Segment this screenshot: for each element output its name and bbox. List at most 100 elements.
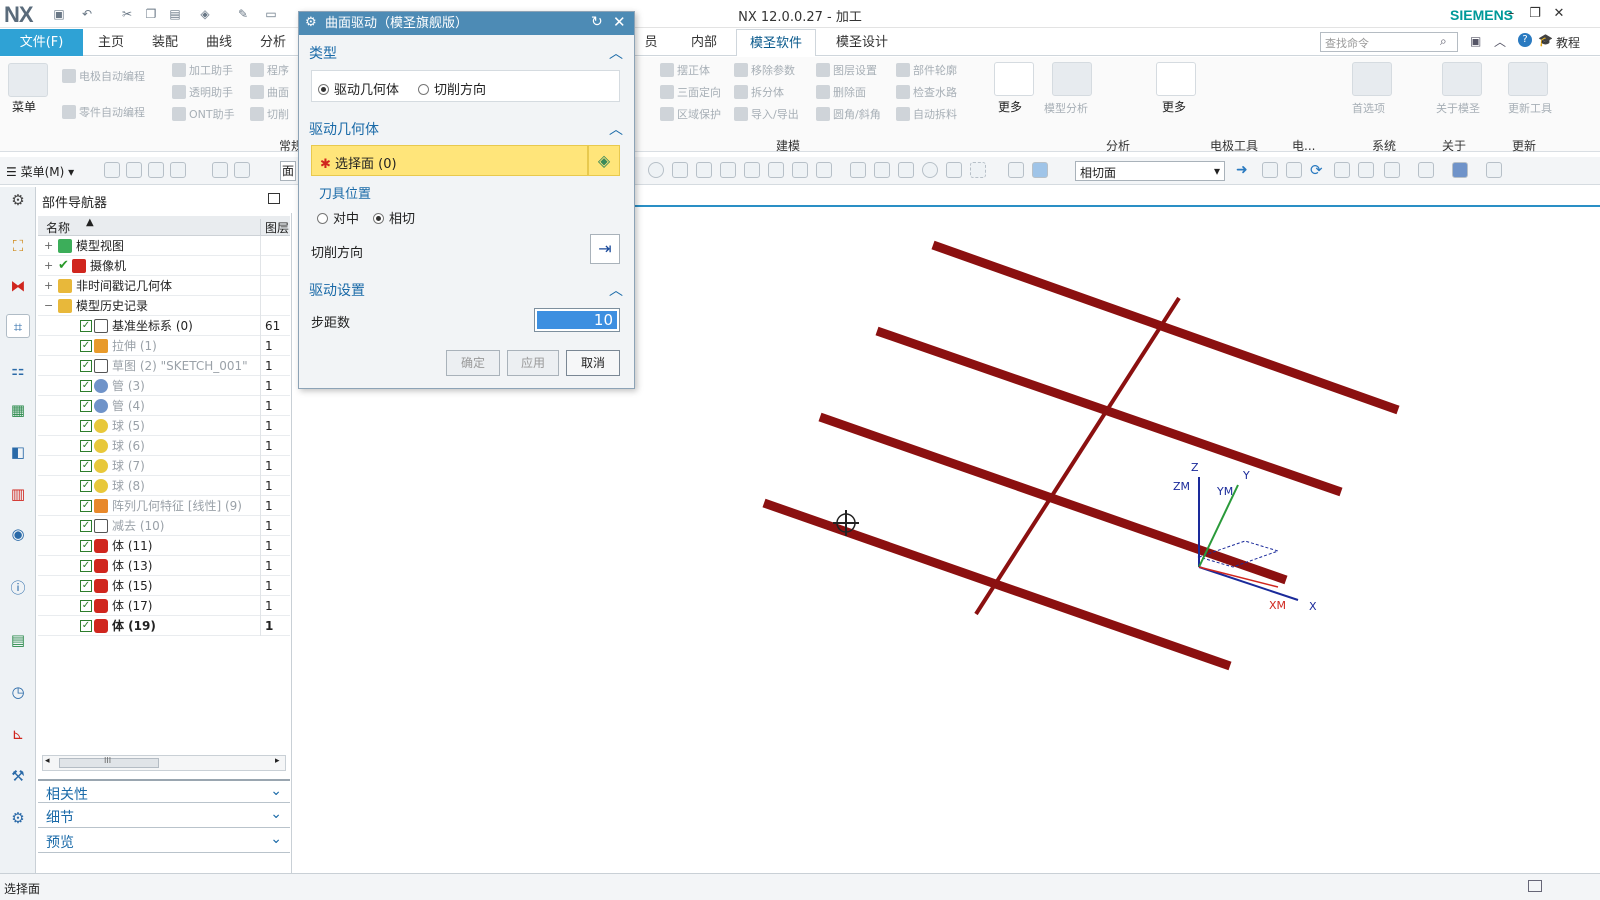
edge-style-icon[interactable] [1452, 162, 1468, 178]
scroll-left-arrow[interactable]: ◂ [45, 756, 50, 766]
fullscreen-icon[interactable] [1528, 880, 1542, 892]
scroll-right-arrow[interactable]: ▸ [275, 756, 280, 766]
fit-view-icon[interactable] [1262, 162, 1278, 178]
tool-import-export[interactable]: 导入/导出 [734, 106, 799, 122]
select-face-icon[interactable] [696, 162, 712, 178]
tool-straighten-body[interactable]: 摆正体 [660, 62, 710, 78]
beam-body[interactable] [818, 412, 1288, 585]
minimize-button[interactable]: – [1500, 4, 1522, 24]
visibility-checkbox[interactable]: ✓ [80, 460, 92, 472]
help-icon[interactable]: ? [1518, 33, 1532, 47]
menu-dropdown[interactable]: ☰ 菜单(M) ▾ [6, 163, 74, 180]
tool-check-waterline[interactable]: 检查水路 [896, 84, 957, 100]
tool-ont-assistant[interactable]: ONT助手 [172, 106, 235, 122]
ok-button[interactable]: 确定 [446, 350, 500, 376]
tree-row-sphere-5[interactable]: ✓ 球 (5) 1 [38, 416, 290, 436]
radio-center[interactable]: 对中 [317, 208, 359, 227]
pan-icon[interactable] [1334, 162, 1350, 178]
close-window-button[interactable]: ✕ [1548, 4, 1570, 24]
tool-fillet-chamfer[interactable]: 圆角/斜角 [816, 106, 881, 122]
box-select-icon[interactable] [970, 162, 986, 178]
snap-midpoint-icon[interactable] [148, 162, 164, 178]
apply-button[interactable]: 应用 [507, 350, 559, 376]
collapse-type-icon[interactable]: ︿ [609, 43, 623, 63]
tree-row-body-15[interactable]: ✓ 体 (15) 1 [38, 576, 290, 596]
beam-body[interactable] [931, 240, 1400, 415]
tree-row-sketch[interactable]: ✓ 草图 (2) "SKETCH_001" 1 [38, 356, 290, 376]
select-plane-icon[interactable] [898, 162, 914, 178]
tool-machining-assistant[interactable]: 加工助手 [172, 62, 233, 78]
tool-electrode-autoprog[interactable]: 电极自动编程 [62, 68, 145, 84]
tool-remove-params[interactable]: 移除参数 [734, 62, 795, 78]
ribbon-menu-label[interactable]: 菜单 [12, 98, 36, 115]
select-sheet-icon[interactable] [720, 162, 736, 178]
collapse-drive-icon[interactable]: ︿ [609, 119, 623, 139]
navigator-hscrollbar[interactable]: ◂ III ▸ [42, 755, 286, 771]
expand-icon[interactable]: + [44, 236, 53, 256]
part-navigator-icon[interactable]: ⌗ [6, 314, 30, 338]
face-rule-dropdown[interactable]: 相切面 ▾ [1075, 161, 1225, 181]
visibility-checkbox[interactable]: ✓ [80, 440, 92, 452]
accordion-preview[interactable]: 预览 ⌄ [38, 829, 290, 853]
select-wcs-icon[interactable] [874, 162, 890, 178]
visibility-checkbox[interactable]: ✓ [80, 320, 92, 332]
collapse-icon[interactable]: − [44, 296, 53, 316]
zoom-icon[interactable] [1286, 162, 1302, 178]
render-style-icon[interactable] [1418, 162, 1434, 178]
restore-button[interactable]: ❐ [1524, 4, 1546, 24]
tool-part-outline[interactable]: 部件轮廓 [896, 62, 957, 78]
update-tools-label[interactable]: 更新工具 [1508, 100, 1552, 116]
select-feature-icon[interactable] [816, 162, 832, 178]
tab-curve[interactable]: 曲线 [196, 29, 242, 56]
maximize-navigator-icon[interactable] [268, 193, 280, 204]
model-analysis-label[interactable]: 模型分析 [1044, 100, 1088, 116]
visibility-checkbox[interactable]: ✓ [80, 380, 92, 392]
visibility-checkbox[interactable]: ✓ [80, 480, 92, 492]
section-drive-settings[interactable]: 驱动设置 [309, 280, 365, 300]
rotate-icon[interactable]: ⟳ [1310, 161, 1323, 179]
arrow-right-icon[interactable]: ➜ [1236, 162, 1248, 178]
visibility-checkbox[interactable]: ✓ [80, 400, 92, 412]
chart-tool-icon[interactable]: ⊾ [6, 722, 30, 746]
visibility-checkbox[interactable]: ✓ [80, 560, 92, 572]
snap-icon[interactable] [104, 162, 120, 178]
constraint-navigator-icon[interactable]: ⧓ [6, 274, 30, 298]
tool-delete-face[interactable]: 删除面 [816, 84, 866, 100]
visibility-checkbox[interactable]: ✓ [80, 520, 92, 532]
tab-internal[interactable]: 内部 [682, 29, 726, 56]
shaded-view-icon[interactable] [1008, 162, 1024, 178]
tool-split-body[interactable]: 拆分体 [734, 84, 784, 100]
select-face-icon[interactable]: ◈ [588, 145, 620, 176]
more-analysis-icon[interactable] [1156, 62, 1196, 96]
reuse-library-icon[interactable]: ⚏ [6, 358, 30, 382]
tree-row-datum-csys[interactable]: ✓ 基准坐标系 (0) 61 [38, 316, 290, 336]
deselect-all-icon[interactable] [648, 162, 664, 178]
collapse-settings-icon[interactable]: ︿ [609, 280, 623, 300]
more-modeling-icon[interactable] [994, 62, 1034, 96]
tree-row-body-11[interactable]: ✓ 体 (11) 1 [38, 536, 290, 556]
visibility-checkbox[interactable]: ✓ [80, 580, 92, 592]
show-hide-icon[interactable] [1486, 162, 1502, 178]
tab-home[interactable]: 主页 [88, 29, 134, 56]
select-solid-icon[interactable] [744, 162, 760, 178]
tool-transparent-assistant[interactable]: 透明助手 [172, 84, 233, 100]
tool-tree-icon[interactable]: ⚒ [6, 764, 30, 788]
assembly-navigator-icon[interactable]: ⛶ [6, 234, 30, 258]
sort-ascending-icon[interactable]: ▲ [86, 217, 94, 228]
visual-report-icon[interactable]: ◉ [6, 522, 30, 546]
tree-row-camera[interactable]: + ✔ 摄像机 [38, 256, 290, 276]
visibility-checkbox[interactable]: ✓ [80, 360, 92, 372]
tool-auto-split[interactable]: 自动拆料 [896, 106, 957, 122]
name-column-header[interactable]: 名称 [46, 219, 70, 236]
select-datum-icon[interactable] [922, 162, 938, 178]
file-menu[interactable]: 文件(F) [0, 29, 83, 56]
visibility-checkbox[interactable]: ✓ [80, 340, 92, 352]
tree-row-model-history[interactable]: − 模型历史记录 [38, 296, 290, 316]
more-modeling-label[interactable]: 更多 [998, 98, 1022, 115]
search-icon[interactable]: ⌕ [1440, 34, 1447, 49]
snap-center-icon[interactable] [170, 162, 186, 178]
tree-row-body-19[interactable]: ✓ 体 (19) 1 [38, 616, 290, 636]
collapse-ribbon-icon[interactable]: ︿ [1494, 33, 1506, 50]
menu-big-icon[interactable] [8, 63, 48, 97]
cancel-button[interactable]: 取消 [566, 350, 620, 376]
